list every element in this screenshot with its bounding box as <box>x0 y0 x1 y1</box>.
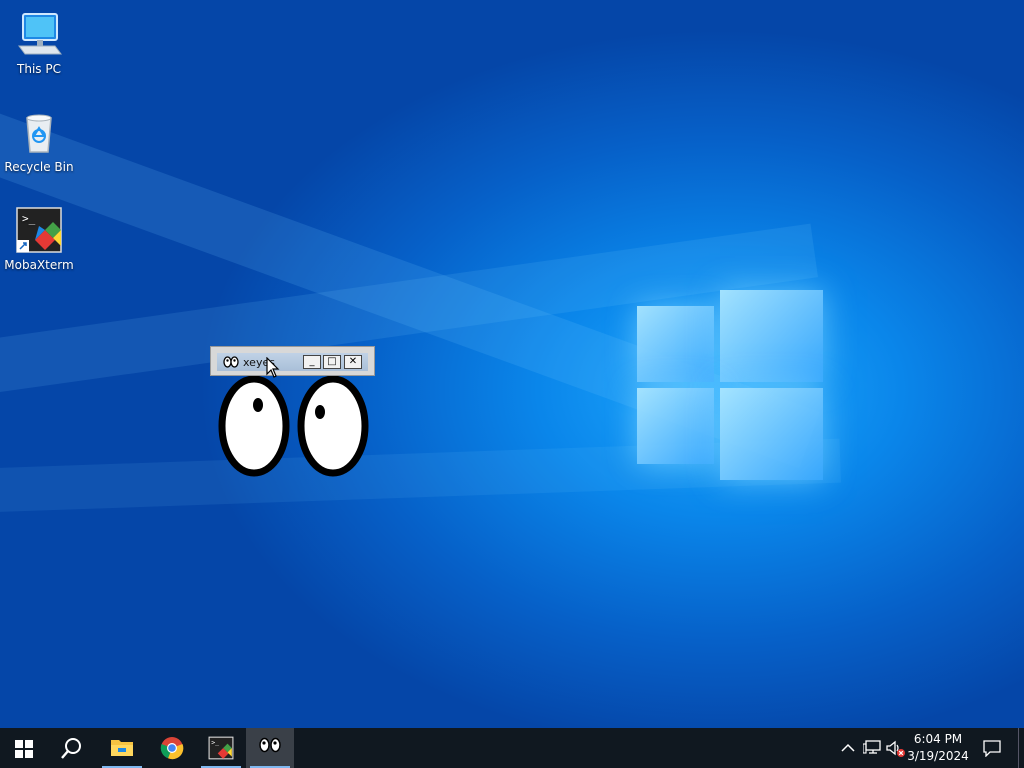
maximize-button[interactable]: □ <box>323 355 341 369</box>
chevron-up-icon <box>841 743 855 752</box>
xeyes-icon <box>259 737 281 753</box>
taskbar-chrome[interactable] <box>148 728 196 768</box>
show-hidden-icons-button[interactable] <box>838 728 858 768</box>
xeyes-titlebar[interactable]: xeyes _ □ ✕ <box>210 346 375 376</box>
taskbar-mobaxterm[interactable]: >_ <box>197 728 245 768</box>
desktop-icon-label: This PC <box>17 62 61 76</box>
search-icon <box>61 738 81 759</box>
taskbar: >_ 6:04 PM 3/19/2024 <box>0 728 1024 768</box>
desktop-icon-recycle-bin[interactable]: Recycle Bin <box>3 108 75 174</box>
mouse-cursor-icon <box>266 357 280 378</box>
desktop-icon-label: Recycle Bin <box>4 160 74 174</box>
network-icon <box>863 740 881 754</box>
left-eye <box>218 375 290 477</box>
file-explorer-icon <box>111 740 133 756</box>
taskbar-clock[interactable]: 6:04 PM 3/19/2024 <box>900 731 976 765</box>
svg-text:>_: >_ <box>211 739 219 747</box>
right-eye <box>297 375 369 477</box>
search-button[interactable] <box>48 728 96 768</box>
right-pupil <box>315 405 325 419</box>
clock-time: 6:04 PM <box>913 732 963 746</box>
minimize-button[interactable]: _ <box>303 355 321 369</box>
desktop-icon-mobaxterm[interactable]: >_ MobaXterm <box>3 206 75 272</box>
start-button[interactable] <box>0 728 48 768</box>
close-button[interactable]: ✕ <box>344 355 362 369</box>
computer-icon <box>15 10 63 58</box>
xeyes-canvas <box>210 375 375 478</box>
recycle-bin-icon <box>15 108 63 156</box>
network-tray-button[interactable] <box>860 728 882 768</box>
desktop: This PC Recycle Bin >_ MobaXterm xeyes _… <box>0 0 1024 728</box>
start-icon <box>15 740 33 758</box>
mobaxterm-icon: >_ <box>208 736 234 760</box>
taskbar-xeyes[interactable] <box>246 728 294 768</box>
svg-text:>_: >_ <box>22 212 36 225</box>
notification-icon <box>983 740 1001 757</box>
left-pupil <box>253 398 263 412</box>
desktop-icon-label: MobaXterm <box>4 258 74 272</box>
show-desktop-button[interactable] <box>1018 728 1024 768</box>
chrome-icon <box>160 737 184 760</box>
desktop-icon-this-pc[interactable]: This PC <box>3 10 75 76</box>
action-center-button[interactable] <box>978 728 1006 768</box>
windows-wallpaper-logo <box>635 290 825 480</box>
xeyes-window[interactable]: xeyes _ □ ✕ <box>210 346 375 478</box>
mobaxterm-icon: >_ <box>15 206 63 254</box>
clock-date: 3/19/2024 <box>907 749 969 763</box>
taskbar-file-explorer[interactable] <box>98 728 146 768</box>
xeyes-app-icon <box>223 356 239 368</box>
